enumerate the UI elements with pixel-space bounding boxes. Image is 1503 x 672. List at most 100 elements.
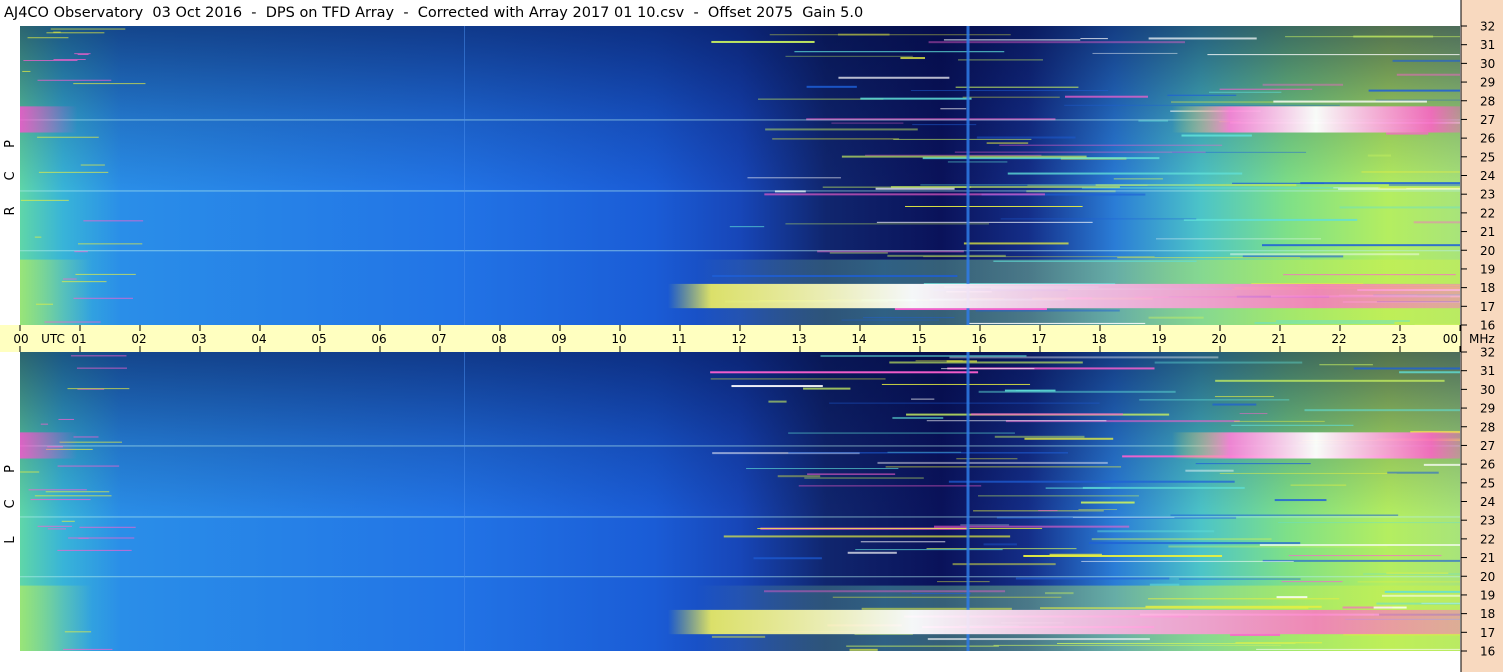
spectral-streak <box>1300 182 1460 185</box>
spectral-streak <box>1078 509 1118 511</box>
freq-tick-label: 16 <box>1480 319 1495 333</box>
spectral-streak <box>1212 403 1257 406</box>
spectral-streak <box>894 308 1047 311</box>
freq-tick-label: 18 <box>1480 607 1495 621</box>
spectral-streak <box>1219 472 1397 474</box>
spectral-streak <box>1363 573 1460 575</box>
spectral-streak <box>1147 598 1340 600</box>
spectral-streak <box>1081 560 1294 562</box>
spectral-streak <box>926 548 1077 550</box>
spectral-streak <box>1376 602 1460 605</box>
spectral-streak <box>1185 469 1234 472</box>
spectral-streak <box>978 390 1176 393</box>
spectral-streak <box>926 420 1107 422</box>
spectral-streak <box>877 461 1108 464</box>
spectral-streak <box>712 275 958 278</box>
time-tick-label: 13 <box>791 332 806 346</box>
spectral-streak <box>1414 323 1460 325</box>
polarization-letter: C <box>3 171 18 180</box>
spectral-streak <box>1230 633 1281 636</box>
spectral-streak <box>1353 367 1460 370</box>
spectral-streak <box>933 525 1130 528</box>
freq-tick-label: 31 <box>1480 38 1495 52</box>
spectral-streak <box>1274 499 1327 502</box>
freq-tick-label: 19 <box>1480 588 1495 602</box>
band-17mhz <box>20 283 1460 309</box>
spectral-streak <box>37 525 72 527</box>
freq-tick-label: 31 <box>1480 364 1495 378</box>
spectral-streak <box>1183 218 1358 221</box>
spectral-streak <box>1367 154 1392 157</box>
spectral-streak <box>841 155 1087 158</box>
spectral-streak <box>1259 543 1460 546</box>
constant-carrier-line <box>20 190 1460 192</box>
polarization-letter: R <box>3 206 18 215</box>
spectral-streak <box>753 557 822 560</box>
spectral-streak <box>1208 91 1282 93</box>
spectral-streak <box>23 60 78 62</box>
spectral-streak <box>70 355 127 357</box>
spectral-streak <box>53 31 61 33</box>
spectral-streak <box>47 528 67 530</box>
freq-tick-label: 19 <box>1480 262 1495 276</box>
spectral-streak <box>804 477 924 479</box>
spectral-streak <box>37 79 112 81</box>
spectral-streak <box>875 187 955 190</box>
polarization-letter: L <box>3 536 18 544</box>
spectral-streak <box>838 76 950 79</box>
spectral-streak <box>955 86 1079 88</box>
spectral-streak <box>1045 487 1111 489</box>
spectral-streak <box>1170 514 1399 516</box>
spectral-streak <box>1333 187 1381 189</box>
freq-tick-label: 16 <box>1480 645 1495 659</box>
spectral-streak <box>958 59 1043 61</box>
spectral-streak <box>1155 238 1322 240</box>
spectral-streak <box>911 398 935 400</box>
spectral-streak <box>876 221 1093 223</box>
spectral-streak <box>1080 38 1108 40</box>
spectral-streak <box>1392 59 1460 62</box>
spectral-streak <box>1261 244 1460 247</box>
spectral-streak <box>993 260 1197 262</box>
spectral-streak <box>881 383 1031 385</box>
spectral-streak <box>1281 581 1343 583</box>
spectral-streak <box>971 413 1123 416</box>
spectral-streak <box>57 465 120 467</box>
spectral-streak <box>710 378 886 380</box>
spectral-streak <box>1015 577 1170 580</box>
freq-tick-label: 23 <box>1480 514 1495 528</box>
spectral-streak <box>1384 590 1460 593</box>
spectral-streak <box>1148 316 1204 319</box>
spectral-streak <box>1339 206 1460 209</box>
band-17mhz <box>20 609 1460 635</box>
constant-carrier-line <box>20 576 1460 578</box>
spectral-streak <box>829 402 1100 404</box>
spectral-streak <box>1357 581 1460 583</box>
spectral-streak <box>78 537 89 539</box>
spectral-streak <box>40 423 49 425</box>
spectral-streak <box>746 468 899 470</box>
spectral-streak <box>34 495 112 497</box>
time-tick-label: 05 <box>311 332 326 346</box>
spectral-streak <box>963 242 1069 245</box>
spectral-streak <box>58 418 75 420</box>
spectral-streak <box>63 278 77 280</box>
spectral-streak <box>1092 52 1178 54</box>
spectral-streak <box>927 638 1150 641</box>
spectral-streak <box>45 491 110 493</box>
spectral-streak <box>1230 253 1420 256</box>
spectral-streak <box>1080 501 1135 504</box>
spectral-streak <box>30 499 91 501</box>
spectral-streak <box>1000 218 1197 220</box>
time-tick-label: 01 <box>71 332 86 346</box>
spectral-streak <box>1149 583 1180 586</box>
spectral-streak <box>28 489 87 491</box>
spectral-streak <box>962 96 1060 98</box>
spectral-streak <box>1256 648 1460 650</box>
spectral-streak <box>905 205 1083 207</box>
spectral-streak <box>50 28 126 30</box>
time-tick-label: 16 <box>971 332 986 346</box>
spectral-streak <box>34 236 42 238</box>
spectral-streak <box>61 520 75 522</box>
time-tick-label: 07 <box>431 332 446 346</box>
